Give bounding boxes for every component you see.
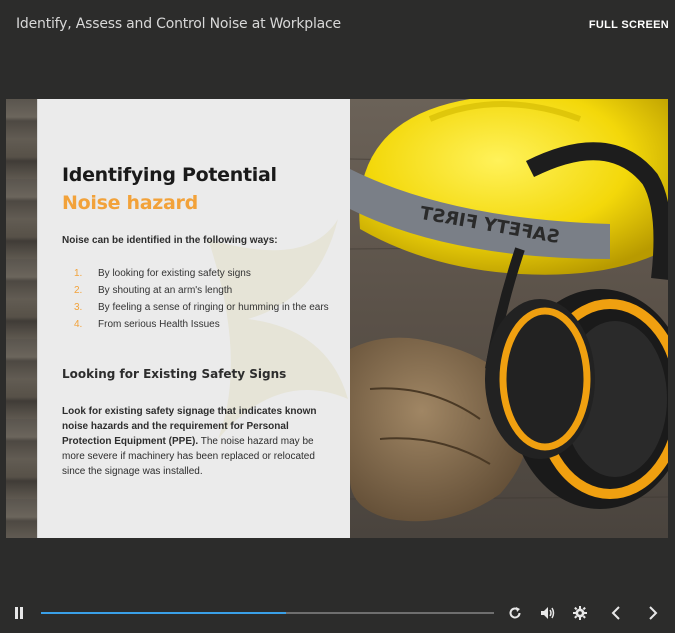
next-button[interactable] xyxy=(642,598,664,628)
fullscreen-button[interactable]: FULL SCREEN xyxy=(589,19,669,31)
section-subheading: Looking for Existing Safety Signs xyxy=(62,367,287,381)
list-number: 3. xyxy=(74,302,83,313)
list-item-text: By shouting at an arm's length xyxy=(98,285,233,296)
chevron-left-icon xyxy=(611,606,620,620)
pause-button[interactable] xyxy=(8,598,30,628)
volume-button[interactable] xyxy=(537,598,559,628)
list-number: 4. xyxy=(74,319,83,330)
gear-icon xyxy=(573,606,587,620)
progress-bar[interactable] xyxy=(41,612,494,614)
list-item-text: By feeling a sense of ringing or humming… xyxy=(98,302,329,313)
replay-icon xyxy=(509,607,521,619)
player-controls xyxy=(0,598,675,630)
list-item: 2. By shouting at an arm's length xyxy=(74,284,334,298)
list-number: 1. xyxy=(74,268,83,279)
chevron-right-icon xyxy=(649,606,658,620)
previous-button[interactable] xyxy=(605,598,627,628)
content-panel: Identifying Potential Noise hazard Noise… xyxy=(37,99,351,538)
list-item: 4. From serious Health Issues xyxy=(74,318,334,332)
settings-button[interactable] xyxy=(569,598,591,628)
ways-list: 1. By looking for existing safety signs 2… xyxy=(74,267,334,335)
slide-heading: Identifying Potential xyxy=(62,164,277,186)
list-item: 1. By looking for existing safety signs xyxy=(74,267,334,281)
list-item-text: By looking for existing safety signs xyxy=(98,268,251,279)
slide: Identifying Potential Noise hazard Noise… xyxy=(6,99,668,538)
progress-fill xyxy=(41,612,286,614)
volume-icon xyxy=(541,607,555,619)
course-player: Identify, Assess and Control Noise at Wo… xyxy=(0,0,675,633)
pause-icon xyxy=(15,607,23,619)
course-title: Identify, Assess and Control Noise at Wo… xyxy=(16,16,341,32)
slide-heading-accent: Noise hazard xyxy=(62,192,198,214)
list-number: 2. xyxy=(74,285,83,296)
intro-text: Noise can be identified in the following… xyxy=(62,235,278,246)
top-bar: Identify, Assess and Control Noise at Wo… xyxy=(0,0,675,50)
list-item: 3. By feeling a sense of ringing or hummi… xyxy=(74,301,334,315)
ppe-image: SAFETY FIRST xyxy=(350,99,668,538)
list-item-text: From serious Health Issues xyxy=(98,319,220,330)
replay-button[interactable] xyxy=(504,598,526,628)
body-paragraph: Look for existing safety signage that in… xyxy=(62,404,334,479)
